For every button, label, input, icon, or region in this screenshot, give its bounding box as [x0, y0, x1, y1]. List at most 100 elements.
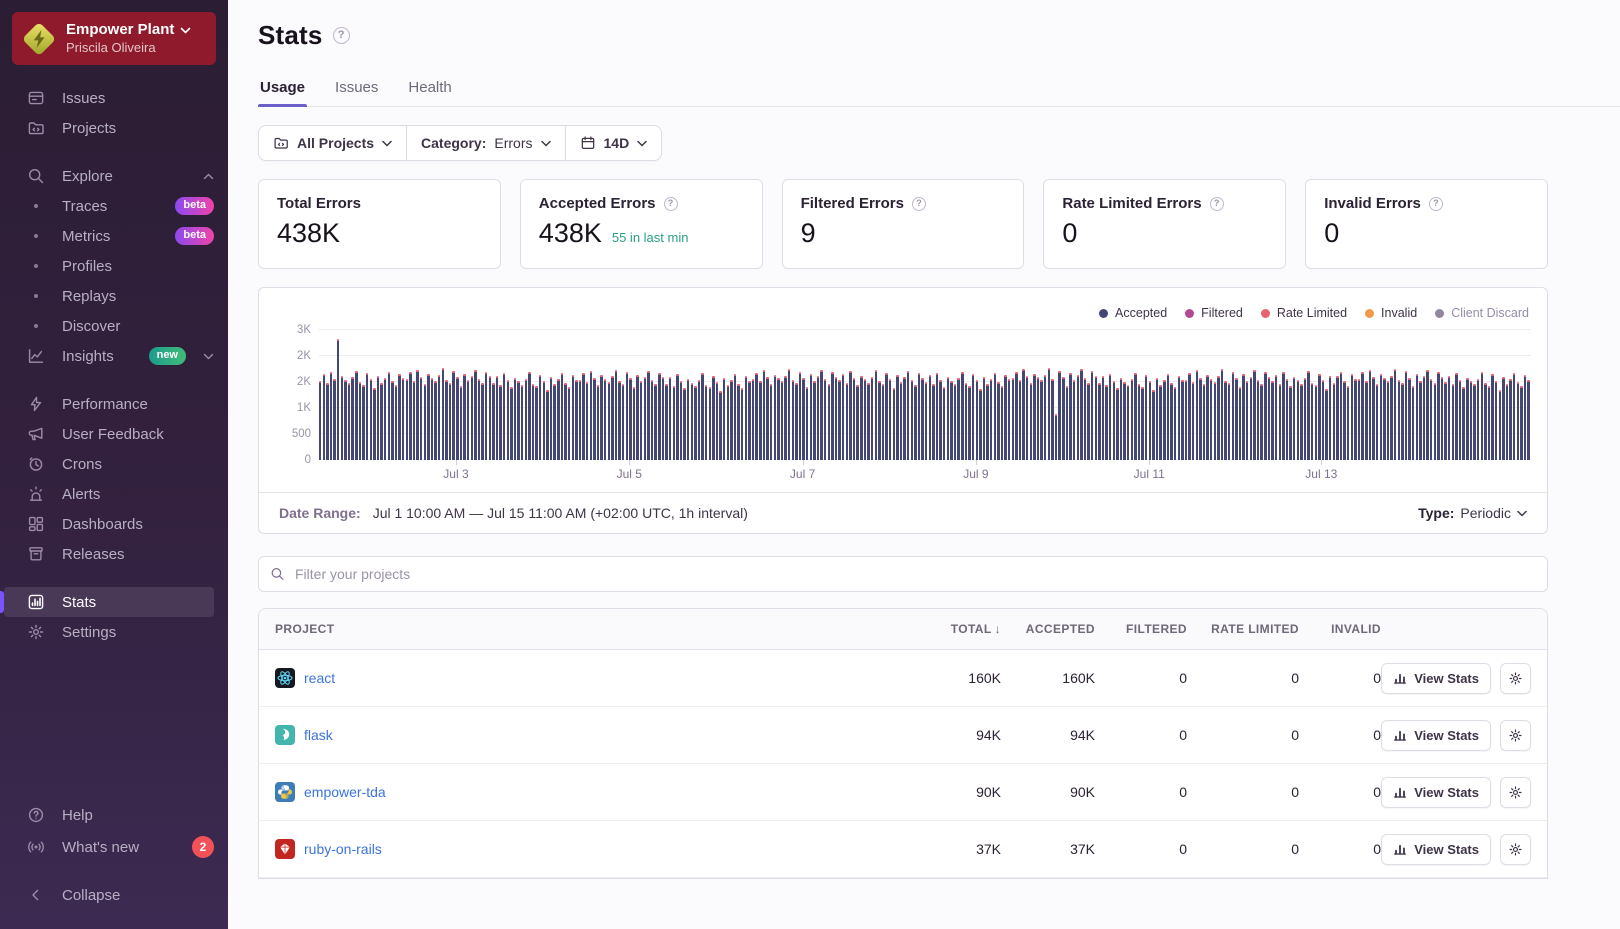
bar — [849, 371, 852, 460]
bar — [560, 373, 564, 460]
project-link[interactable]: ruby-on-rails — [304, 841, 382, 857]
x-tick-label: Jul 5 — [616, 467, 642, 481]
x-tick-label: Jul 3 — [443, 467, 469, 481]
legend-item-filtered[interactable]: Filtered — [1185, 306, 1243, 320]
performance-icon — [27, 395, 45, 413]
bar — [1444, 382, 1447, 460]
bar — [1080, 369, 1083, 460]
stat-card-head: Total Errors — [277, 195, 482, 212]
sidebar-item-settings[interactable]: Settings — [0, 617, 228, 647]
help-icon[interactable]: ? — [663, 196, 678, 211]
sidebar-item-insights[interactable]: Insights new — [0, 341, 228, 371]
project-settings-button[interactable] — [1500, 833, 1531, 865]
project-settings-button[interactable] — [1500, 776, 1531, 808]
sidebar-item-issues[interactable]: Issues — [0, 83, 228, 113]
help-icon[interactable]: ? — [1428, 196, 1443, 211]
sidebar-item-traces[interactable]: Traces beta — [0, 191, 228, 221]
sidebar-item-collapse[interactable]: Collapse — [0, 879, 228, 911]
tab-bar: Usage Issues Health — [258, 71, 1620, 107]
tab-issues[interactable]: Issues — [333, 71, 380, 106]
bar — [1033, 373, 1036, 460]
bar — [1238, 386, 1242, 460]
sidebar-item-discover[interactable]: Discover — [0, 311, 228, 341]
sidebar-item-user-feedback[interactable]: User Feedback — [0, 419, 228, 449]
bar — [441, 368, 445, 460]
project-filter-dropdown[interactable]: All Projects — [259, 126, 406, 160]
bar — [1101, 376, 1105, 460]
bar — [484, 371, 488, 460]
column-header-accepted[interactable]: ACCEPTED — [1001, 622, 1095, 636]
column-header-total[interactable]: TOTAL ↓ — [893, 622, 1001, 636]
sidebar-item-crons[interactable]: Crons — [0, 449, 228, 479]
project-settings-button[interactable] — [1500, 719, 1531, 751]
view-stats-button[interactable]: View Stats — [1381, 833, 1491, 865]
bar — [521, 384, 524, 460]
sidebar-item-what-s-new[interactable]: What's new 2 — [0, 831, 228, 863]
bar — [1314, 385, 1317, 460]
tab-health[interactable]: Health — [406, 71, 453, 106]
project-link[interactable]: react — [304, 670, 335, 686]
project-link[interactable]: empower-tda — [304, 784, 386, 800]
bar — [1292, 376, 1296, 460]
search-icon — [27, 167, 45, 185]
bar — [816, 376, 820, 460]
sidebar-item-metrics[interactable]: Metrics beta — [0, 221, 228, 251]
bar — [1303, 377, 1307, 460]
bar — [1044, 374, 1047, 460]
tab-usage[interactable]: Usage — [258, 71, 308, 107]
sidebar-item-performance[interactable]: Performance — [0, 389, 228, 419]
bar — [347, 383, 351, 460]
bar — [470, 375, 473, 460]
legend-item-client-discard[interactable]: Client Discard — [1435, 306, 1529, 320]
view-stats-button[interactable]: View Stats — [1381, 662, 1491, 694]
project-settings-button[interactable] — [1500, 662, 1531, 694]
bar — [820, 370, 823, 460]
date-range-dropdown[interactable]: 14D — [564, 126, 662, 160]
page-help-icon[interactable]: ? — [332, 27, 350, 44]
project-link[interactable]: flask — [304, 727, 333, 743]
bar — [791, 380, 794, 460]
bar — [784, 375, 787, 460]
y-tick-label: 2K — [296, 376, 311, 388]
bar — [1253, 370, 1256, 460]
org-switcher[interactable]: Empower Plant Priscila Oliveira — [12, 12, 216, 65]
bar — [870, 376, 874, 460]
search-input[interactable] — [258, 556, 1548, 592]
legend-item-invalid[interactable]: Invalid — [1365, 306, 1417, 320]
help-icon[interactable]: ? — [1209, 196, 1224, 211]
column-header-rate-limited[interactable]: RATE LIMITED — [1187, 622, 1299, 636]
view-stats-button[interactable]: View Stats — [1381, 776, 1491, 808]
help-icon[interactable]: ? — [911, 196, 926, 211]
view-stats-button[interactable]: View Stats — [1381, 719, 1491, 751]
sidebar-item-dashboards[interactable]: Dashboards — [0, 509, 228, 539]
column-header-invalid[interactable]: INVALID — [1299, 622, 1381, 636]
column-header-filtered[interactable]: FILTERED — [1095, 622, 1187, 636]
bar — [1379, 374, 1382, 460]
sidebar-item-explore[interactable]: Explore — [0, 161, 228, 191]
sidebar-item-replays[interactable]: Replays — [0, 281, 228, 311]
bar — [1469, 381, 1473, 460]
sidebar-item-projects[interactable]: Projects — [0, 113, 228, 143]
bar — [394, 385, 398, 460]
legend-item-rate-limited[interactable]: Rate Limited — [1260, 306, 1347, 320]
sidebar-item-stats[interactable]: Stats — [0, 587, 228, 617]
sidebar-item-alerts[interactable]: Alerts — [0, 479, 228, 509]
type-dropdown[interactable]: Type: Periodic — [1418, 505, 1527, 521]
sidebar-item-help[interactable]: Help — [0, 799, 228, 831]
dashboards-icon — [27, 515, 45, 533]
legend-item-accepted[interactable]: Accepted — [1099, 306, 1167, 320]
bar — [1119, 378, 1123, 460]
column-header-project[interactable]: PROJECT — [275, 622, 893, 636]
bar — [1354, 378, 1357, 460]
sidebar-item-label: Traces — [62, 197, 108, 215]
category-filter-dropdown[interactable]: Category: Errors — [406, 126, 564, 160]
sidebar-item-releases[interactable]: Releases — [0, 539, 228, 569]
bar — [1505, 383, 1509, 460]
bar — [1386, 381, 1390, 460]
bar — [708, 387, 711, 460]
bar — [842, 373, 845, 460]
bar — [434, 380, 437, 460]
rate-limited-cell: 0 — [1291, 784, 1299, 800]
sidebar-item-profiles[interactable]: Profiles — [0, 251, 228, 281]
bar — [1159, 384, 1162, 460]
